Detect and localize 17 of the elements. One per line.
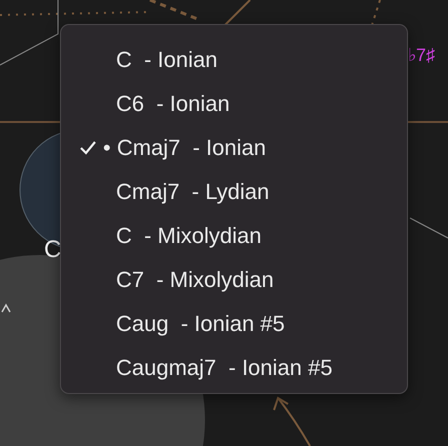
dotted-connector (371, 0, 381, 26)
menu-item[interactable]: C6 - Ionian (61, 82, 407, 126)
menu-item[interactable]: Cmaj7 - Lydian (61, 170, 407, 214)
menu-item[interactable]: C - Mixolydian (61, 214, 407, 258)
menu-item[interactable]: Caug - Ionian #5 (61, 302, 407, 346)
connector-line (0, 0, 58, 66)
node-label: C (44, 236, 62, 264)
checkmark-icon (79, 140, 97, 156)
menu-item[interactable]: • Cmaj7 - Ionian (61, 126, 407, 170)
menu-item[interactable]: Caugmaj7 - Ionian #5 (61, 346, 407, 390)
menu-item[interactable]: C7 - Mixolydian (61, 258, 407, 302)
connector-line (224, 0, 251, 26)
node-label: ♭7♯ (408, 44, 436, 66)
menu-item[interactable]: C - Ionian (61, 38, 407, 82)
connector-line (410, 218, 448, 238)
connector-arrow (273, 396, 311, 446)
caret-icon (1, 303, 11, 312)
